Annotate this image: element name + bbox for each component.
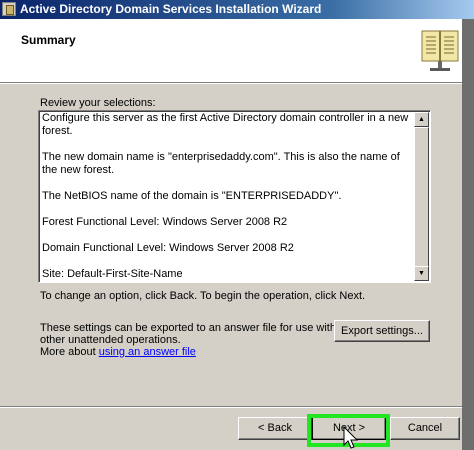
window-title: Active Directory Domain Services Install…	[20, 2, 322, 16]
export-description: These settings can be exported to an ans…	[40, 322, 336, 346]
title-bar[interactable]: Active Directory Domain Services Install…	[0, 0, 474, 19]
button-area-divider	[0, 406, 462, 408]
review-line: Site: Default-First-Site-Name	[42, 268, 183, 280]
review-text: Configure this server as the first Activ…	[42, 112, 412, 282]
back-button[interactable]: < Back	[238, 417, 312, 440]
more-about-line: More about using an answer file	[40, 346, 196, 358]
more-about-prefix: More about	[40, 346, 99, 358]
book-icon	[421, 30, 459, 71]
wizard-content: Review your selections: Configure this s…	[0, 84, 462, 406]
mouse-pointer-icon	[343, 426, 359, 449]
review-line: Forest Functional Level: Windows Server …	[42, 216, 288, 228]
review-line: The new domain name is "enterprisedaddy.…	[42, 151, 400, 176]
wizard-header: Summary	[0, 19, 474, 83]
window-system-icon[interactable]	[2, 2, 16, 16]
answer-file-link[interactable]: using an answer file	[99, 346, 196, 358]
wizard-window: Active Directory Domain Services Install…	[0, 0, 474, 450]
review-scrollbar[interactable]: ▲ ▼	[414, 112, 429, 281]
scroll-thumb[interactable]	[414, 127, 429, 269]
review-line: Configure this server as the first Activ…	[42, 112, 409, 137]
page-title: Summary	[21, 33, 76, 47]
review-line: Domain Functional Level: Windows Server …	[42, 242, 294, 254]
scroll-up-icon[interactable]: ▲	[414, 112, 429, 127]
review-label: Review your selections:	[40, 97, 156, 109]
review-line: The NetBIOS name of the domain is "ENTER…	[42, 190, 342, 202]
change-instructions: To change an option, click Back. To begi…	[40, 290, 366, 302]
window-right-edge	[462, 19, 474, 450]
export-settings-button[interactable]: Export settings...	[334, 320, 430, 342]
review-textbox[interactable]: Configure this server as the first Activ…	[38, 110, 431, 283]
cancel-button[interactable]: Cancel	[390, 417, 460, 440]
scroll-down-icon[interactable]: ▼	[414, 266, 429, 281]
